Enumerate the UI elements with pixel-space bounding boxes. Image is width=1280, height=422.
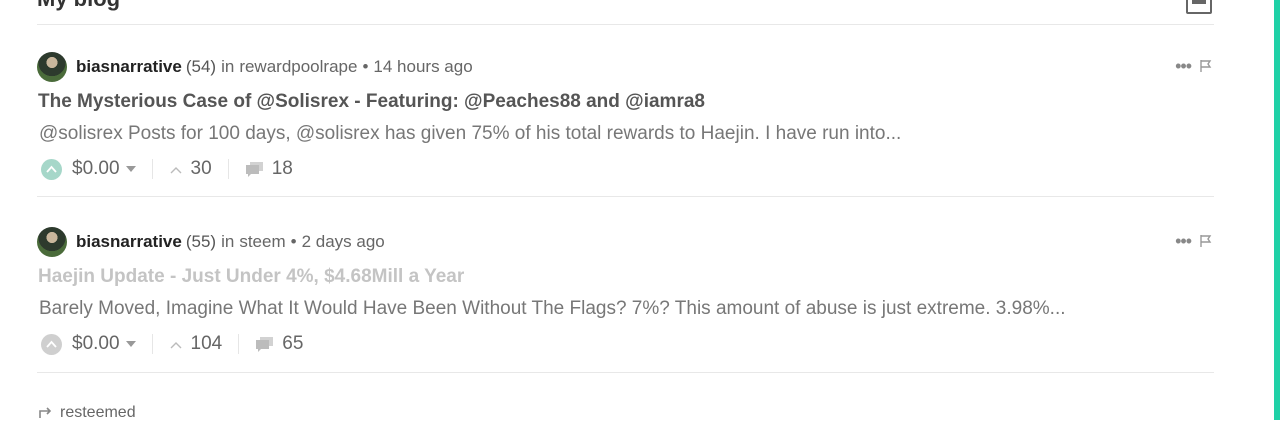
resteemed-text: resteemed (60, 404, 136, 421)
author-reputation: (54) (185, 57, 217, 76)
author-reputation: (55) (185, 232, 217, 251)
comments-icon[interactable] (255, 336, 275, 352)
comments-icon[interactable] (245, 161, 265, 177)
avatar[interactable] (37, 52, 67, 82)
post-divider (37, 372, 1214, 373)
post-menu: ••• (1175, 57, 1213, 75)
post-excerpt[interactable]: Barely Moved, Imagine What It Would Have… (39, 298, 1066, 320)
upvote-icon[interactable] (41, 333, 62, 355)
comments-count[interactable]: 65 (282, 333, 303, 355)
author-name[interactable]: biasnarrative (76, 57, 182, 77)
upvote-icon[interactable] (41, 158, 62, 180)
action-divider (151, 159, 153, 179)
post-title[interactable]: The Mysterious Case of @Solisrex - Featu… (38, 91, 705, 113)
avatar[interactable] (37, 227, 67, 257)
action-divider (238, 334, 240, 354)
post-excerpt[interactable]: @solisrex Posts for 100 days, @solisrex … (39, 123, 901, 145)
flag-icon[interactable] (1199, 234, 1213, 248)
post-title[interactable]: Haejin Update - Just Under 4%, $4.68Mill… (38, 266, 464, 288)
header-divider (37, 24, 1214, 25)
resteemed-label: resteemed (38, 404, 136, 422)
post-actions: $0.00 30 18 (41, 156, 293, 182)
post-author-row: biasnarrative (54) in rewardpoolrape • 1… (37, 52, 473, 82)
flag-icon[interactable] (1199, 59, 1213, 73)
action-divider (227, 159, 229, 179)
payout-value[interactable]: $0.00 (72, 158, 120, 180)
separator-dot: • (290, 232, 297, 251)
separator-dot: • (362, 57, 369, 76)
post-actions: $0.00 104 65 (41, 331, 303, 357)
post-time[interactable]: 14 hours ago (373, 57, 472, 77)
more-icon[interactable]: ••• (1175, 232, 1192, 250)
votes-icon[interactable] (169, 165, 183, 174)
view-toggle-icon[interactable] (1186, 0, 1212, 14)
post-menu: ••• (1175, 232, 1213, 250)
post-author-row: biasnarrative (55) in steem • 2 days ago (37, 227, 385, 257)
votes-count[interactable]: 104 (191, 333, 223, 355)
author-name[interactable]: biasnarrative (76, 232, 182, 252)
payout-value[interactable]: $0.00 (72, 333, 120, 355)
chevron-down-icon[interactable] (125, 166, 136, 172)
post-divider (37, 196, 1214, 197)
votes-count[interactable]: 30 (191, 158, 212, 180)
post-time[interactable]: 2 days ago (302, 232, 385, 252)
comments-count[interactable]: 18 (272, 158, 293, 180)
category-link[interactable]: rewardpoolrape (239, 57, 357, 77)
page-title: My blog (37, 0, 120, 12)
accent-bar (1274, 0, 1280, 420)
votes-icon[interactable] (169, 340, 183, 349)
in-label: in (221, 57, 235, 76)
category-link[interactable]: steem (239, 232, 285, 252)
chevron-down-icon[interactable] (125, 341, 136, 347)
more-icon[interactable]: ••• (1175, 57, 1192, 75)
resteem-icon (38, 406, 54, 420)
action-divider (151, 334, 153, 354)
in-label: in (221, 232, 235, 251)
